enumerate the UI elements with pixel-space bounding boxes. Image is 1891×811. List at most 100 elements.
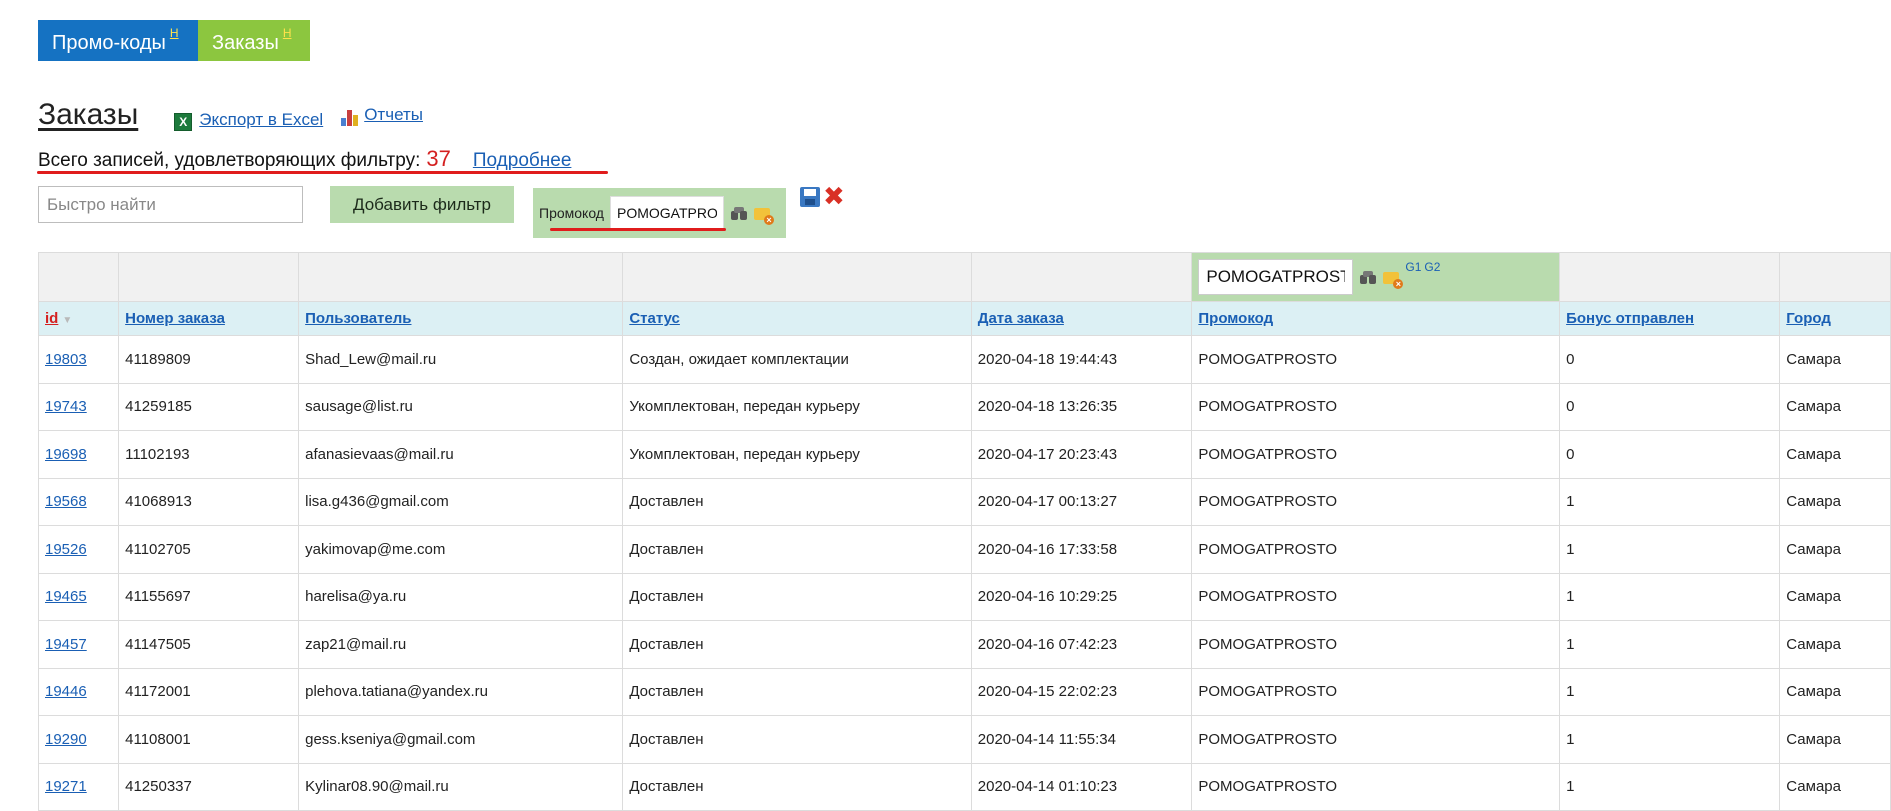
table-row[interactable]: 19743 41259185 sausage@list.ru Укомплектова… [37, 382, 1891, 431]
reports-link[interactable]: Отчеты [341, 105, 423, 126]
promo-column-filter-input[interactable] [1198, 259, 1354, 295]
page-title[interactable]: Заказы [38, 98, 138, 132]
table-row[interactable]: 19568 41068913 lisa.g436@gmail.com Доставле… [37, 477, 1891, 526]
order-id-link[interactable]: 19526 [45, 541, 87, 558]
column-filter-cell [622, 252, 972, 302]
column-header-promo[interactable]: Промокод [1191, 301, 1561, 336]
table-row[interactable]: 19457 41147505 zap21@mail.ru Доставлен 2020-… [37, 620, 1891, 669]
table-cell-bonus: 1 [1559, 525, 1781, 574]
table-cell-bonus: 1 [1559, 762, 1781, 811]
table-cell-promo: POMOGATPROSTO [1191, 335, 1561, 384]
highlight-underline [37, 171, 608, 174]
column-header-label[interactable]: Бонус отправлен [1566, 310, 1694, 327]
save-icon[interactable] [800, 187, 820, 207]
binoculars-icon[interactable] [1360, 269, 1377, 285]
column-header-bonus[interactable]: Бонус отправлен [1559, 301, 1781, 336]
tab-promo-codes-badge[interactable]: Н [170, 26, 179, 40]
column-header-status[interactable]: Статус [622, 301, 972, 336]
table-cell-order: 41068913 [118, 477, 300, 526]
order-id-link[interactable]: 19743 [45, 398, 87, 415]
add-filter-button[interactable]: Добавить фильтр [330, 186, 514, 223]
table-cell-date: 2020-04-18 13:26:35 [970, 382, 1193, 431]
table-cell-id: 19743 [37, 382, 120, 431]
table-cell-order: 41172001 [118, 667, 300, 716]
reports-label[interactable]: Отчеты [364, 105, 423, 125]
orders-table: G1G2 id ▼ Номер заказа Пользователь Стату… [37, 252, 1891, 811]
table-cell-date: 2020-04-17 20:23:43 [970, 430, 1193, 479]
order-id-link[interactable]: 19457 [45, 636, 87, 653]
quick-search-input[interactable] [38, 186, 303, 223]
table-cell-promo: POMOGATPROSTO [1191, 525, 1561, 574]
tab-promo-codes[interactable]: Промо-коды Н [38, 20, 198, 61]
promo-filter-label: Промокод [539, 205, 604, 221]
order-id-link[interactable]: 19446 [45, 683, 87, 700]
column-header-label[interactable]: Номер заказа [125, 310, 225, 327]
column-filter-cell [298, 252, 624, 302]
table-cell-promo: POMOGATPROSTO [1191, 572, 1561, 621]
table-row[interactable]: 19446 41172001 plehova.tatiana@yandex.ru До… [37, 667, 1891, 716]
group-link-g2[interactable]: G2 [1424, 260, 1440, 274]
order-id-link[interactable]: 19290 [45, 731, 87, 748]
table-cell-promo: POMOGATPROSTO [1191, 382, 1561, 431]
column-header-order[interactable]: Номер заказа [118, 301, 300, 336]
column-header-label[interactable]: Пользователь [305, 310, 411, 327]
table-cell-bonus: 1 [1559, 572, 1781, 621]
table-cell-bonus: 1 [1559, 715, 1781, 764]
table-cell-status: Доставлен [622, 762, 972, 811]
table-row[interactable]: 19465 41155697 harelisa@ya.ru Доставлен 2020… [37, 572, 1891, 621]
column-header-label[interactable]: Промокод [1198, 310, 1273, 327]
column-header-user[interactable]: Пользователь [298, 301, 624, 336]
clear-filter-icon[interactable] [1383, 272, 1404, 289]
group-link-g1[interactable]: G1 [1405, 260, 1421, 274]
order-id-link[interactable]: 19568 [45, 493, 87, 510]
table-cell-order: 41259185 [118, 382, 300, 431]
group-links: G1 G2 [1405, 260, 1443, 274]
table-row[interactable]: 19290 41108001 gess.kseniya@gmail.com Доста… [37, 715, 1891, 764]
excel-icon: X [174, 113, 193, 131]
clear-filter-icon[interactable] [753, 208, 774, 225]
table-cell-city: Самара [1779, 762, 1891, 811]
export-excel-label[interactable]: Экспорт в Excel [199, 110, 323, 130]
table-cell-status: Укомплектован, передан курьеру [622, 430, 972, 479]
table-cell-order: 41147505 [118, 620, 300, 669]
table-cell-status: Укомплектован, передан курьеру [622, 382, 972, 431]
table-cell-id: 19803 [37, 335, 120, 384]
details-link[interactable]: Подробнее [473, 150, 572, 172]
column-header-city[interactable]: Город [1779, 301, 1891, 336]
table-cell-order: 41108001 [118, 715, 300, 764]
column-header-label[interactable]: Статус [629, 310, 680, 327]
column-header-date[interactable]: Дата заказа [970, 301, 1193, 336]
close-icon[interactable]: ✖ [823, 183, 845, 209]
table-row[interactable]: 19698 11102193 afanasievaas@mail.ru Укомпле… [37, 430, 1891, 479]
table-cell-promo: POMOGATPROSTO [1191, 762, 1561, 811]
order-id-link[interactable]: 19803 [45, 351, 87, 368]
table-row[interactable]: 19803 41189809 Shad_Lew@mail.ru Создан, ожи… [37, 335, 1891, 384]
table-cell-date: 2020-04-16 17:33:58 [970, 525, 1193, 574]
table-row[interactable]: 19526 41102705 yakimovap@me.com Доставлен 20… [37, 525, 1891, 574]
column-filter-row: G1G2 [37, 252, 1891, 302]
order-id-link[interactable]: 19271 [45, 778, 87, 795]
column-header-label[interactable]: Город [1786, 310, 1831, 327]
promo-filter-input[interactable] [609, 196, 724, 230]
table-cell-date: 2020-04-14 11:55:34 [970, 715, 1193, 764]
tab-orders[interactable]: Заказы Н [198, 20, 310, 61]
table-row[interactable]: 19271 41250337 Kylinar08.90@mail.ru Доставл… [37, 762, 1891, 811]
tab-orders-badge[interactable]: Н [283, 26, 292, 40]
table-cell-id: 19457 [37, 620, 120, 669]
tab-promo-codes-label: Промо-коды [52, 32, 166, 54]
record-count: 37 [426, 146, 451, 171]
table-cell-promo: POMOGATPROSTO [1191, 430, 1561, 479]
table-cell-order: 41250337 [118, 762, 300, 811]
order-id-link[interactable]: 19698 [45, 446, 87, 463]
order-id-link[interactable]: 19465 [45, 588, 87, 605]
table-cell-status: Доставлен [622, 715, 972, 764]
table-cell-id: 19526 [37, 525, 120, 574]
export-excel-link[interactable]: X Экспорт в Excel [174, 110, 323, 131]
column-header-label[interactable]: Дата заказа [978, 310, 1064, 327]
column-header-label[interactable]: id [45, 310, 58, 327]
column-header-id[interactable]: id ▼ [37, 301, 120, 336]
table-cell-bonus: 1 [1559, 620, 1781, 669]
tab-orders-label: Заказы [212, 32, 279, 54]
table-cell-promo: POMOGATPROSTO [1191, 667, 1561, 716]
binoculars-icon[interactable] [730, 205, 747, 221]
